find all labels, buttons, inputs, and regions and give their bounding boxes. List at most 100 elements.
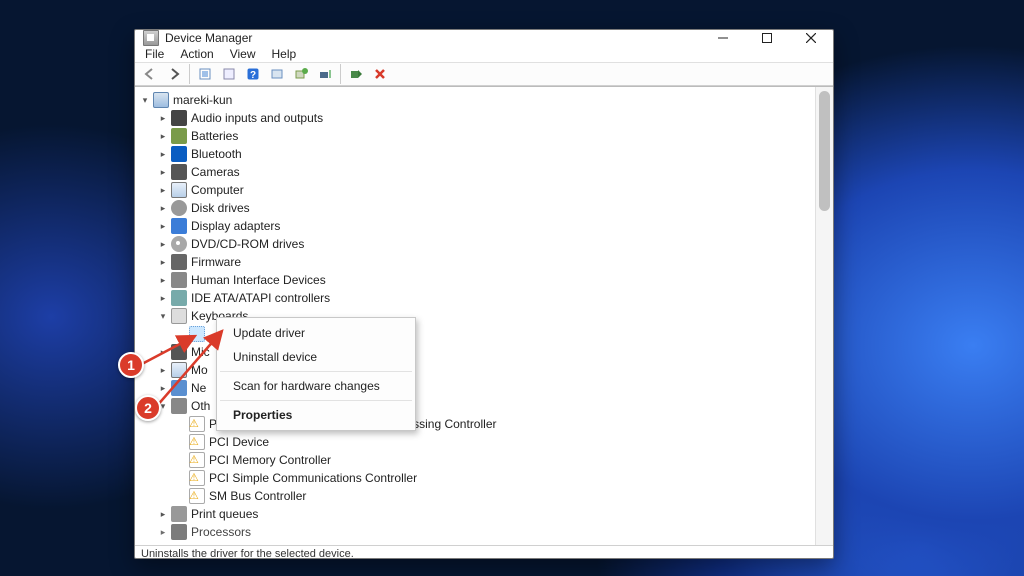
device-tree[interactable]: ▾mareki-kun ▸Audio inputs and outputs ▸B… — [135, 87, 815, 545]
close-button[interactable] — [789, 30, 833, 46]
firmware-icon — [171, 254, 187, 270]
tree-item-label: Computer — [191, 181, 244, 199]
tree-item-label: Mic — [191, 343, 210, 361]
computer-category-icon — [171, 182, 187, 198]
tree-item-label: Audio inputs and outputs — [191, 109, 323, 127]
warning-icon — [189, 452, 205, 468]
tree-item-label: PCI Simple Communications Controller — [209, 469, 417, 487]
enable-toolbar-button[interactable] — [345, 63, 367, 85]
menu-update-driver[interactable]: Update driver — [219, 321, 413, 345]
maximize-button[interactable] — [745, 30, 789, 46]
tree-item-label: Ne — [191, 379, 206, 397]
tree-item-label: Cameras — [191, 163, 240, 181]
camera-icon — [171, 164, 187, 180]
forward-button[interactable] — [163, 63, 185, 85]
print-queue-icon — [171, 506, 187, 522]
minimize-button[interactable] — [701, 30, 745, 46]
properties-toolbar-button[interactable] — [218, 63, 240, 85]
display-icon — [171, 218, 187, 234]
tree-item[interactable]: ▸Print queues — [139, 505, 813, 523]
battery-icon — [171, 128, 187, 144]
show-hidden-button[interactable] — [194, 63, 216, 85]
disable-toolbar-button[interactable] — [369, 63, 391, 85]
tree-item[interactable]: ▸Display adapters — [139, 217, 813, 235]
tree-item[interactable]: ▸IDE ATA/ATAPI controllers — [139, 289, 813, 307]
context-menu: Update driver Uninstall device Scan for … — [216, 317, 416, 431]
menu-separator — [220, 371, 412, 372]
tree-item-label: PCI Device — [209, 433, 269, 451]
tree-item[interactable]: ▸Audio inputs and outputs — [139, 109, 813, 127]
window-title: Device Manager — [165, 31, 701, 45]
keyboard-device-icon — [189, 326, 205, 342]
tree-item-label: Mo — [191, 361, 208, 379]
menubar: File Action View Help — [135, 46, 833, 63]
warning-icon — [189, 416, 205, 432]
menu-separator — [220, 400, 412, 401]
menu-file[interactable]: File — [137, 46, 172, 62]
device-manager-window: Device Manager File Action View Help ? ▾… — [134, 29, 834, 559]
menu-uninstall-device[interactable]: Uninstall device — [219, 345, 413, 369]
tree-child[interactable]: ▸PCI Device — [139, 433, 813, 451]
update-driver-button[interactable] — [290, 63, 312, 85]
toolbar-separator — [189, 64, 190, 84]
tree-child[interactable]: ▸SM Bus Controller — [139, 487, 813, 505]
menu-view[interactable]: View — [222, 46, 264, 62]
tree-child[interactable]: ▸PCI Simple Communications Controller — [139, 469, 813, 487]
tree-item[interactable]: ▸Disk drives — [139, 199, 813, 217]
disk-icon — [171, 200, 187, 216]
network-icon — [171, 380, 187, 396]
tree-child[interactable]: ▸PCI Memory Controller — [139, 451, 813, 469]
mice-icon — [171, 344, 187, 360]
tree-item-label: Processors — [191, 523, 251, 541]
tree-item-label: Bluetooth — [191, 145, 242, 163]
tree-item[interactable]: ▸Bluetooth — [139, 145, 813, 163]
tree-item[interactable]: ▸Human Interface Devices — [139, 271, 813, 289]
vertical-scrollbar[interactable] — [815, 87, 833, 545]
uninstall-toolbar-button[interactable] — [314, 63, 336, 85]
tree-item-label: Disk drives — [191, 199, 250, 217]
tree-item[interactable]: ▸Batteries — [139, 127, 813, 145]
tree-item[interactable]: ▸DVD/CD-ROM drives — [139, 235, 813, 253]
keyboard-icon — [171, 308, 187, 324]
menu-action[interactable]: Action — [172, 46, 221, 62]
tree-item-label: Batteries — [191, 127, 238, 145]
tree-item-label: Human Interface Devices — [191, 271, 326, 289]
help-toolbar-button[interactable]: ? — [242, 63, 264, 85]
toolbar: ? — [135, 63, 833, 86]
tree-item-label: IDE ATA/ATAPI controllers — [191, 289, 330, 307]
back-button[interactable] — [139, 63, 161, 85]
tree-item[interactable]: ▸Cameras — [139, 163, 813, 181]
statusbar-text: Uninstalls the driver for the selected d… — [141, 548, 354, 560]
scrollbar-thumb[interactable] — [819, 91, 830, 211]
annotation-badge-2: 2 — [135, 395, 161, 421]
tree-item-label: Display adapters — [191, 217, 280, 235]
processor-icon — [171, 524, 187, 540]
tree-item-label: Firmware — [191, 253, 241, 271]
tree-item[interactable]: ▸Firmware — [139, 253, 813, 271]
tree-item[interactable]: ▸Computer — [139, 181, 813, 199]
app-icon — [143, 30, 159, 46]
scan-button[interactable] — [266, 63, 288, 85]
menu-scan-hardware[interactable]: Scan for hardware changes — [219, 374, 413, 398]
audio-icon — [171, 110, 187, 126]
warning-icon — [189, 434, 205, 450]
content-area: ▾mareki-kun ▸Audio inputs and outputs ▸B… — [135, 86, 833, 545]
dvd-icon — [171, 236, 187, 252]
bluetooth-icon — [171, 146, 187, 162]
hid-icon — [171, 272, 187, 288]
tree-item-label: Oth — [191, 397, 210, 415]
other-devices-icon — [171, 398, 187, 414]
svg-text:?: ? — [250, 70, 256, 81]
tree-item[interactable]: ▸Processors — [139, 523, 813, 541]
annotation-badge-1: 1 — [118, 352, 144, 378]
tree-root[interactable]: ▾mareki-kun — [139, 91, 813, 109]
monitor-icon — [171, 362, 187, 378]
tree-item-label: DVD/CD-ROM drives — [191, 235, 304, 253]
statusbar: Uninstalls the driver for the selected d… — [135, 545, 833, 562]
tree-item-label: PCI Memory Controller — [209, 451, 331, 469]
titlebar[interactable]: Device Manager — [135, 30, 833, 46]
menu-help[interactable]: Help — [264, 46, 305, 62]
warning-icon — [189, 488, 205, 504]
menu-properties[interactable]: Properties — [219, 403, 413, 427]
tree-item-label: Print queues — [191, 505, 258, 523]
